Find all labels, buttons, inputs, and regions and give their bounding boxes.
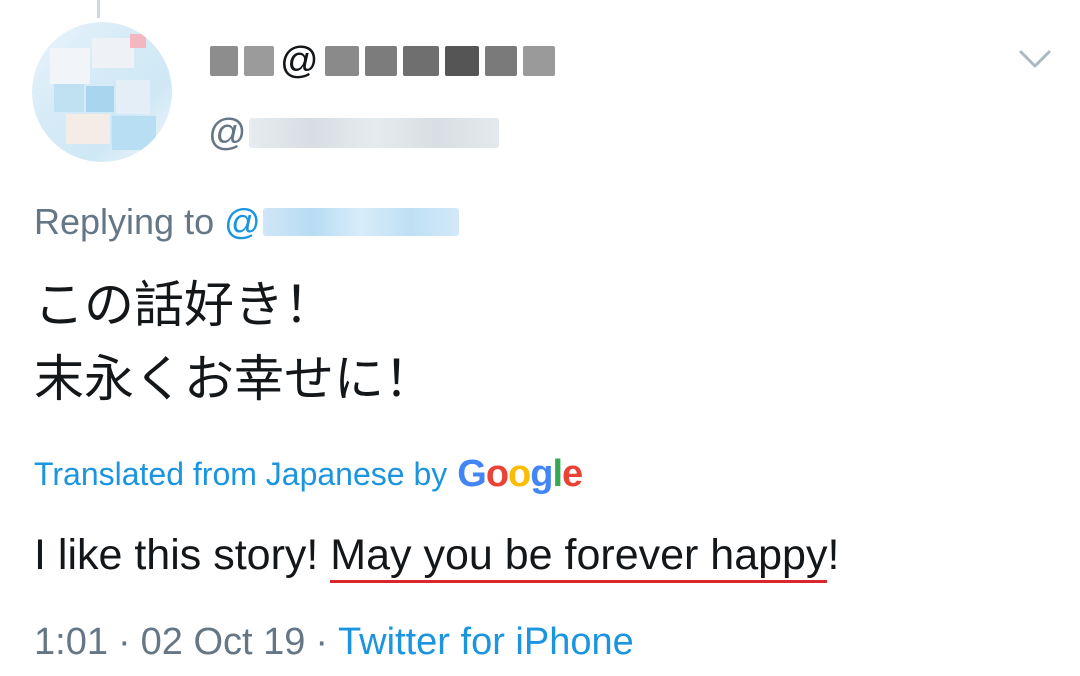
- translated-text: I like this story! May you be forever ha…: [34, 525, 839, 585]
- reply-mention-at: @: [224, 201, 261, 242]
- google-logo: Google: [457, 452, 583, 495]
- red-underline: [330, 580, 828, 583]
- blurred-handle: [248, 118, 499, 148]
- translation-underlined-text: May you be forever happy: [330, 531, 828, 579]
- avatar-pixel: [116, 80, 150, 114]
- reply-label: Replying to: [34, 201, 215, 242]
- translation-underlined-phrase: May you be forever happy: [330, 525, 828, 585]
- blurred-name-char: [210, 46, 238, 76]
- tweet-date[interactable]: 02 Oct 19: [141, 621, 306, 664]
- avatar-pixel: [66, 114, 110, 144]
- meta-separator: ·: [315, 620, 329, 663]
- blurred-name-char: [244, 46, 274, 76]
- reply-mention[interactable]: @: [224, 201, 459, 243]
- avatar-pixel: [92, 38, 134, 68]
- blurred-mention: [262, 208, 459, 236]
- tweet-meta: 1:01 · 02 Oct 19 · Twitter for iPhone: [34, 616, 634, 668]
- thread-line: [97, 0, 100, 18]
- avatar-pixel: [130, 34, 146, 48]
- tweet-text: この話好き！ 末永くお幸せに！: [34, 268, 434, 416]
- translation-attribution[interactable]: Translated from Japanese by Google: [34, 449, 583, 499]
- translated-label: Translated from Japanese by: [34, 455, 448, 492]
- avatar[interactable]: [32, 22, 172, 162]
- blurred-name-char: [522, 46, 555, 76]
- tweet-time[interactable]: 1:01: [34, 621, 108, 664]
- blurred-name-char: [402, 46, 439, 76]
- reply-context: Replying to @: [34, 196, 459, 248]
- avatar-pixel: [86, 86, 114, 112]
- blurred-name-char: [444, 46, 479, 76]
- user-handle[interactable]: @: [208, 108, 499, 158]
- blurred-name-char: [484, 46, 517, 76]
- translation-end: !: [827, 531, 840, 579]
- chevron-down-icon[interactable]: [1018, 48, 1052, 70]
- blurred-name-char: [364, 46, 397, 76]
- display-name-at: @: [280, 39, 319, 82]
- display-name[interactable]: @: [210, 36, 561, 86]
- avatar-pixel: [50, 48, 90, 84]
- tweet-source[interactable]: Twitter for iPhone: [338, 621, 634, 664]
- translation-plain: I like this story!: [34, 531, 331, 579]
- tweet-text-line2: 末永くお幸せに！: [34, 350, 434, 408]
- tweet-text-line1: この話好き！: [34, 276, 334, 334]
- avatar-pixel: [112, 116, 156, 150]
- avatar-pixel: [54, 84, 84, 112]
- blurred-name-char: [324, 46, 359, 76]
- meta-separator: ·: [117, 620, 131, 663]
- handle-at: @: [208, 111, 247, 154]
